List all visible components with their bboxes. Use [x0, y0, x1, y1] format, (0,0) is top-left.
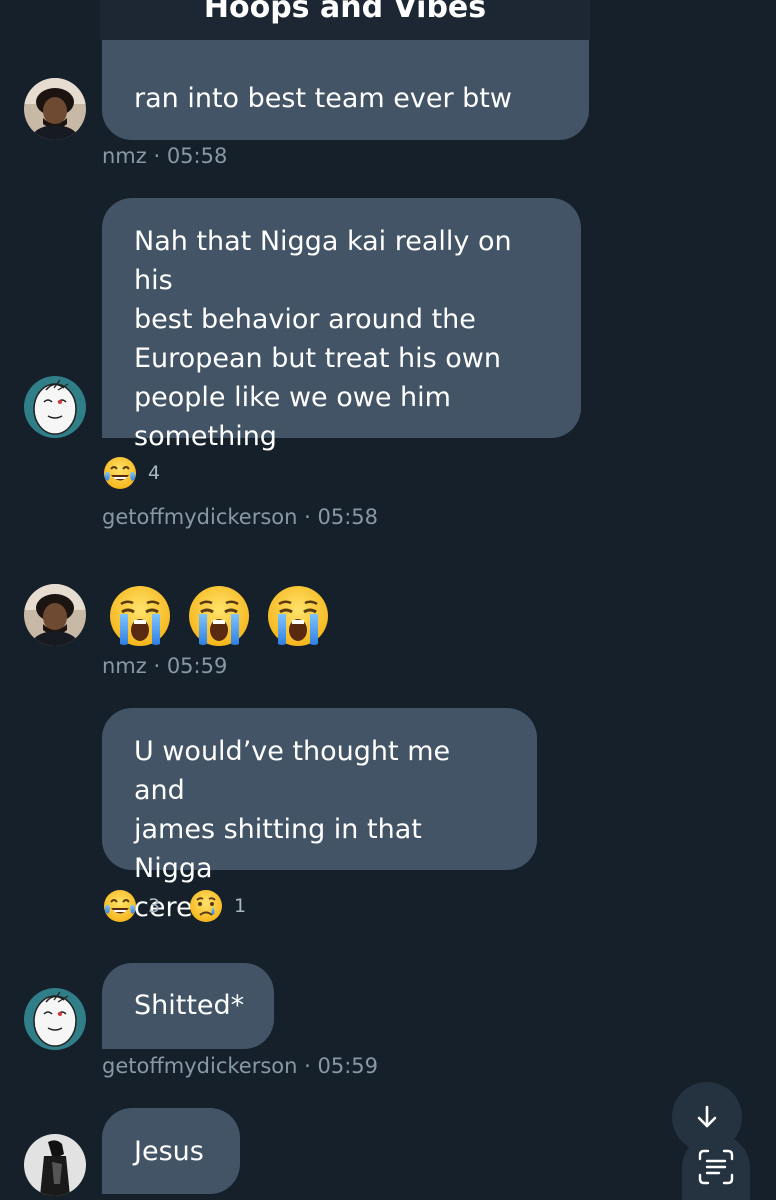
message-line: European but treat his own [134, 343, 502, 374]
crying-emoji-icon [190, 890, 222, 922]
reaction-count: 3 [148, 895, 161, 917]
conversation-title: Hoops and Vibes [203, 0, 487, 25]
reaction-joy[interactable]: 3 [102, 888, 160, 924]
message-text: Shitted* [134, 990, 245, 1021]
message-line: best behavior around the [134, 304, 476, 335]
message-line: U would’ve thought me and [134, 736, 451, 806]
reaction-count: 1 [234, 895, 247, 917]
joy-emoji-icon [104, 457, 136, 489]
loudly-crying-emoji-icon [187, 584, 251, 648]
message-line: Nah that Nigga kai really on his [134, 226, 512, 296]
avatar-nmz[interactable] [24, 584, 86, 646]
avatar-getoffmydickerson[interactable] [24, 376, 86, 438]
message-bubble[interactable]: U would’ve thought me and james shitting… [102, 708, 537, 923]
text-scan-button[interactable] [682, 1134, 750, 1200]
avatar-user[interactable] [24, 1134, 86, 1196]
chat-header: Hoops and Vibes [100, 0, 590, 40]
joy-emoji-icon [104, 890, 136, 922]
reaction-joy[interactable]: 4 [102, 455, 160, 491]
text-scan-icon [698, 1149, 734, 1185]
arrow-down-icon [697, 1105, 717, 1128]
loudly-crying-emoji-icon [266, 584, 330, 648]
message-bubble[interactable]: Nah that Nigga kai really on his best be… [102, 198, 581, 452]
message-bubble[interactable]: Shitted* [102, 963, 274, 1049]
message-line: something [134, 421, 277, 452]
message-bubble[interactable]: ran into best team ever btw [102, 40, 589, 140]
message-meta: getoffmydickerson · 05:59 [102, 1054, 379, 1078]
message-meta: nmz · 05:59 [102, 654, 228, 678]
avatar-nmz[interactable] [24, 78, 86, 140]
message-text: Jesus [134, 1136, 204, 1167]
avatar-getoffmydickerson[interactable] [24, 988, 86, 1050]
message-line: people like we owe him [134, 382, 451, 413]
message-meta: getoffmydickerson · 05:58 [102, 505, 379, 529]
loudly-crying-emoji-icon [108, 584, 172, 648]
message-text: ran into best team ever btw [134, 83, 512, 114]
message-line: james shitting in that Nigga [134, 814, 422, 884]
message-bubble[interactable]: Jesus [102, 1108, 240, 1194]
reaction-crying[interactable]: 1 [188, 888, 246, 924]
message-meta: nmz · 05:58 [102, 144, 228, 168]
reaction-count: 4 [148, 462, 161, 484]
